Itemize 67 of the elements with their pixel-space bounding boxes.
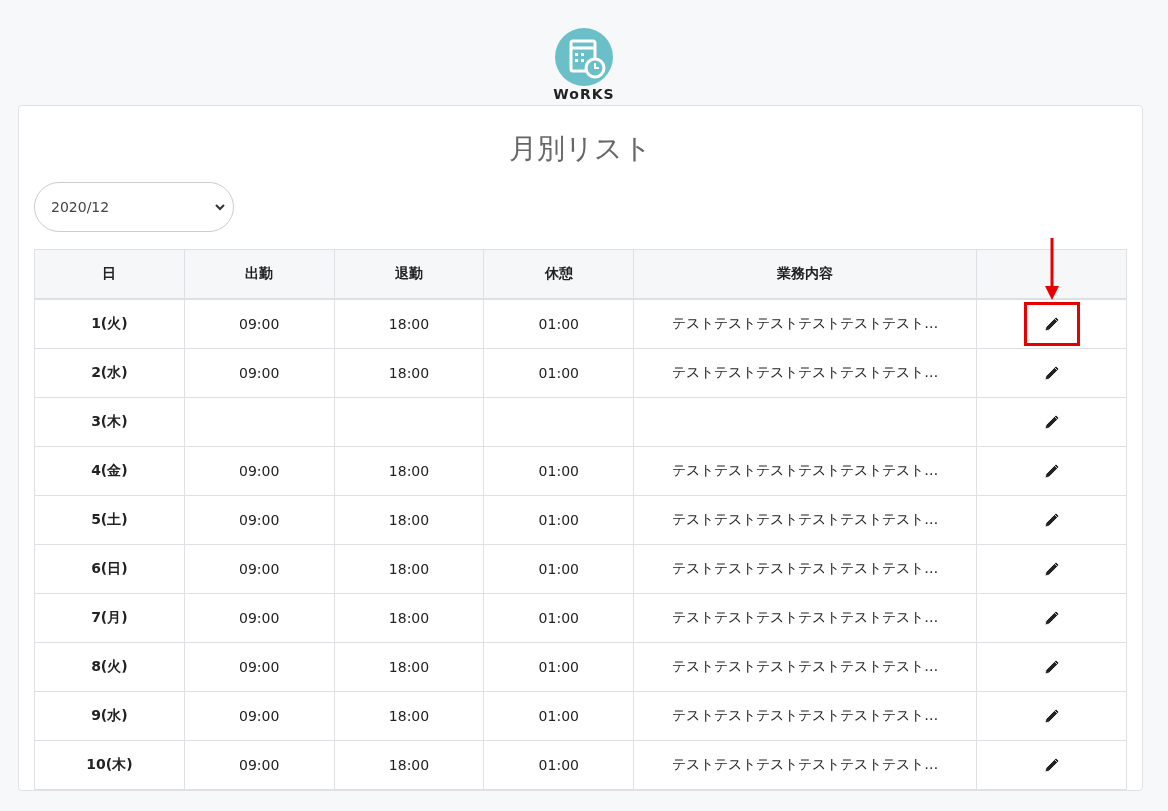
page-title: 月別リスト [508,132,653,166]
pencil-icon [1043,757,1060,773]
month-select[interactable]: 2020/12 [34,182,234,232]
table-cell: 09:00 [184,348,335,398]
table-cell: 5(土) [34,495,185,545]
table-cell: 6(日) [34,544,185,594]
table-cell: 18:00 [334,495,484,545]
pencil-icon [1043,561,1060,577]
table-header-cell: 日 [34,249,185,299]
table-cell: テストテストテストテストテストテスト… [633,691,977,741]
table-cell: 10(木) [34,740,185,790]
pencil-icon [1043,463,1060,479]
table-cell: 01:00 [483,642,634,692]
table-cell: 01:00 [483,495,634,545]
table-cell: 18:00 [334,446,484,496]
table-cell: テストテストテストテストテストテスト… [633,740,977,790]
table-cell: 09:00 [184,544,335,594]
pencil-icon [1043,659,1060,675]
table-cell: 09:00 [184,446,335,496]
table-cell: 01:00 [483,544,634,594]
table-cell: テストテストテストテストテストテスト… [633,299,977,349]
table-cell: 01:00 [483,740,634,790]
table-cell: 18:00 [334,642,484,692]
pencil-icon [1043,708,1060,724]
pencil-icon [1043,316,1060,332]
table-cell: 01:00 [483,691,634,741]
table-cell: 7(月) [34,593,185,643]
chevron-down-icon [215,203,225,211]
table-cell: 18:00 [334,544,484,594]
table-cell: 18:00 [334,348,484,398]
table-cell: テストテストテストテストテストテスト… [633,446,977,496]
table-cell: 18:00 [334,299,484,349]
pencil-icon [1043,512,1060,528]
table-cell: テストテストテストテストテストテスト… [633,495,977,545]
table-cell: 09:00 [184,593,335,643]
table-cell: 09:00 [184,642,335,692]
table-cell: 18:00 [334,740,484,790]
pencil-icon [1043,414,1060,430]
pencil-icon [1043,365,1060,381]
table-cell: 01:00 [483,446,634,496]
table-header-cell: 休憩 [483,249,634,299]
table-cell: 9(水) [34,691,185,741]
table-cell: 1(火) [34,299,185,349]
table-cell: 3(木) [34,397,185,447]
table-cell: 09:00 [184,691,335,741]
table-cell: 4(金) [34,446,185,496]
table-header-cell: 業務内容 [633,249,977,299]
table-header-cell: 出勤 [184,249,335,299]
table-cell: 09:00 [184,740,335,790]
table-cell: 09:00 [184,495,335,545]
calendar-clock-icon [555,28,613,86]
table-cell: 01:00 [483,348,634,398]
table-cell: 8(火) [34,642,185,692]
table-cell: テストテストテストテストテストテスト… [633,544,977,594]
table-cell: テストテストテストテストテストテスト… [633,593,977,643]
table-cell: 01:00 [483,299,634,349]
table-cell: 09:00 [184,299,335,349]
table-cell: テストテストテストテストテストテスト… [633,642,977,692]
logo-text: WoRKS [553,86,615,102]
table-cell: テストテストテストテストテストテスト… [633,348,977,398]
table-cell: 18:00 [334,691,484,741]
pencil-icon [1043,610,1060,626]
table-header-cell: 退勤 [334,249,484,299]
edit-button[interactable] [1023,302,1080,346]
table-cell: 18:00 [334,593,484,643]
table-cell: 2(水) [34,348,185,398]
table-cell: 01:00 [483,593,634,643]
